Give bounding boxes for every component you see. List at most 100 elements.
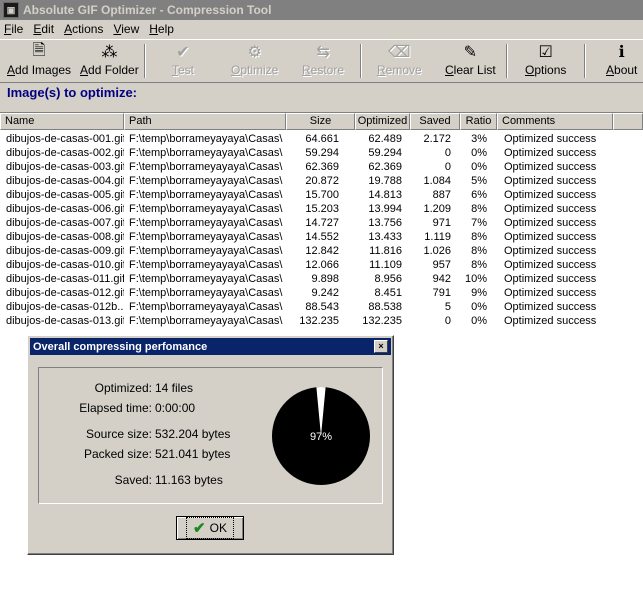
cell-comments: Optimized success (504, 147, 597, 159)
table-row[interactable]: dibujos-de-casas-010.gif F:\temp\borramey… (0, 258, 643, 272)
table-row[interactable]: dibujos-de-casas-006.gif F:\temp\borramey… (0, 202, 643, 216)
cell-name: dibujos-de-casas-003.gif (6, 161, 124, 173)
menu-actions[interactable]: Actions (59, 22, 108, 36)
column-header-filler (613, 113, 643, 130)
toolbar-separator (584, 44, 586, 78)
options-icon: ☑ (538, 44, 553, 61)
table-row[interactable]: dibujos-de-casas-001.gif F:\temp\borramey… (0, 132, 643, 146)
elapsed-label: Elapsed time: (79, 401, 152, 415)
about-button[interactable]: ℹ About (606, 42, 637, 80)
dialog-title: Overall compressing perfomance (33, 340, 208, 353)
menu-bar: File Edit Actions View Help (0, 20, 643, 38)
cell-ratio: 7% (471, 217, 487, 229)
optimized-label: Optimized: (94, 381, 152, 395)
cell-comments: Optimized success (504, 175, 597, 187)
test-icon: ✔ (176, 44, 190, 61)
cell-path: F:\temp\borrameyayaya\Casas\ (129, 175, 283, 187)
cell-ratio: 6% (471, 189, 487, 201)
restore-button[interactable]: ⇆ Restore (302, 42, 344, 80)
menu-edit[interactable]: Edit (28, 22, 59, 36)
cell-saved: 1.026 (423, 245, 451, 257)
table-row[interactable]: dibujos-de-casas-013.gif F:\temp\borramey… (0, 314, 643, 328)
ok-button[interactable]: ✔ OK (176, 516, 244, 540)
cell-ratio: 8% (471, 231, 487, 243)
table-row[interactable]: dibujos-de-casas-004.gif F:\temp\borramey… (0, 174, 643, 188)
column-header-optimized[interactable]: Optimized (355, 113, 410, 130)
cell-path: F:\temp\borrameyayaya\Casas\ (129, 245, 283, 257)
cell-optimized: 62.489 (368, 133, 402, 145)
cell-optimized: 62.369 (368, 161, 402, 173)
test-button[interactable]: ✔ Test (172, 42, 194, 80)
cell-name: dibujos-de-casas-007.gif (6, 217, 124, 229)
cell-size: 12.066 (305, 259, 339, 271)
menu-file[interactable]: File (0, 22, 28, 36)
cell-comments: Optimized success (504, 133, 597, 145)
table-row[interactable]: dibujos-de-casas-003.gif F:\temp\borramey… (0, 160, 643, 174)
add-folder-button[interactable]: ⁂ Add Folder (80, 42, 139, 80)
saved-label: Saved: (114, 473, 152, 487)
cell-size: 15.203 (305, 203, 339, 215)
cell-size: 9.242 (311, 287, 339, 299)
stats-panel: Optimized: 14 files Elapsed time: 0:00:0… (38, 367, 383, 504)
cell-size: 20.872 (305, 175, 339, 187)
cell-ratio: 3% (471, 133, 487, 145)
close-icon[interactable]: × (374, 340, 388, 353)
column-header-name[interactable]: Name (0, 113, 124, 130)
section-title: Image(s) to optimize: (7, 85, 138, 100)
menu-help[interactable]: Help (144, 22, 179, 36)
cell-ratio: 0% (471, 161, 487, 173)
cell-saved: 1.084 (423, 175, 451, 187)
cell-name: dibujos-de-casas-006.gif (6, 203, 124, 215)
options-button[interactable]: ☑ Options (525, 42, 566, 80)
table-row[interactable]: dibujos-de-casas-011.gif F:\temp\borramey… (0, 272, 643, 286)
cell-comments: Optimized success (504, 259, 597, 271)
add-images-button[interactable]: 🗎 Add Images (7, 42, 71, 80)
cell-comments: Optimized success (504, 315, 597, 327)
cell-path: F:\temp\borrameyayaya\Casas\ (129, 147, 283, 159)
cell-ratio: 0% (471, 301, 487, 313)
toolbar-separator (360, 44, 362, 78)
cell-name: dibujos-de-casas-012.gif (6, 287, 124, 299)
cell-optimized: 13.756 (368, 217, 402, 229)
checkmark-icon: ✔ (193, 520, 206, 537)
column-header-comments[interactable]: Comments (497, 113, 613, 130)
menu-view[interactable]: View (108, 22, 144, 36)
cell-path: F:\temp\borrameyayaya\Casas\ (129, 161, 283, 173)
table-row[interactable]: dibujos-de-casas-002.gif F:\temp\borramey… (0, 146, 643, 160)
cell-optimized: 13.433 (368, 231, 402, 243)
column-header-path[interactable]: Path (124, 113, 286, 130)
restore-icon: ⇆ (316, 44, 330, 61)
cell-saved: 2.172 (423, 133, 451, 145)
cell-path: F:\temp\borrameyayaya\Casas\ (129, 287, 283, 299)
table-row[interactable]: dibujos-de-casas-012.gif F:\temp\borramey… (0, 286, 643, 300)
ok-label: OK (209, 521, 227, 535)
cell-size: 88.543 (305, 301, 339, 313)
cell-size: 9.898 (311, 273, 339, 285)
toolbar: 🗎 Add Images ⁂ Add Folder ✔ Test ⚙ Optim… (0, 39, 643, 83)
table-row[interactable]: dibujos-de-casas-008.gif F:\temp\borramey… (0, 230, 643, 244)
cell-name: dibujos-de-casas-001.gif (6, 133, 124, 145)
table-row[interactable]: dibujos-de-casas-005.gif F:\temp\borramey… (0, 188, 643, 202)
column-header-size[interactable]: Size (286, 113, 355, 130)
cell-size: 14.552 (305, 231, 339, 243)
table-row[interactable]: dibujos-de-casas-012b... F:\temp\borramey… (0, 300, 643, 314)
optimized-value: 14 files (155, 381, 194, 395)
column-header-ratio[interactable]: Ratio (460, 113, 497, 130)
table-row[interactable]: dibujos-de-casas-009.gif F:\temp\borramey… (0, 244, 643, 258)
clear-list-button[interactable]: ✎ Clear List (445, 42, 496, 80)
cell-saved: 0 (444, 315, 451, 327)
packed-size-value: 521.041 bytes (155, 447, 231, 461)
cell-path: F:\temp\borrameyayaya\Casas\ (129, 273, 283, 285)
optimize-button[interactable]: ⚙ Optimize (231, 42, 278, 80)
table-row[interactable]: dibujos-de-casas-007.gif F:\temp\borramey… (0, 216, 643, 230)
add-folder-icon: ⁂ (101, 44, 118, 61)
cell-comments: Optimized success (504, 203, 597, 215)
cell-optimized: 88.538 (368, 301, 402, 313)
cell-name: dibujos-de-casas-011.gif (6, 273, 124, 285)
remove-button[interactable]: ⌫ Remove (377, 42, 422, 80)
cell-comments: Optimized success (504, 231, 597, 243)
column-header-saved[interactable]: Saved (410, 113, 460, 130)
cell-optimized: 132.235 (362, 315, 402, 327)
cell-saved: 0 (444, 161, 451, 173)
toolbar-separator (506, 44, 508, 78)
